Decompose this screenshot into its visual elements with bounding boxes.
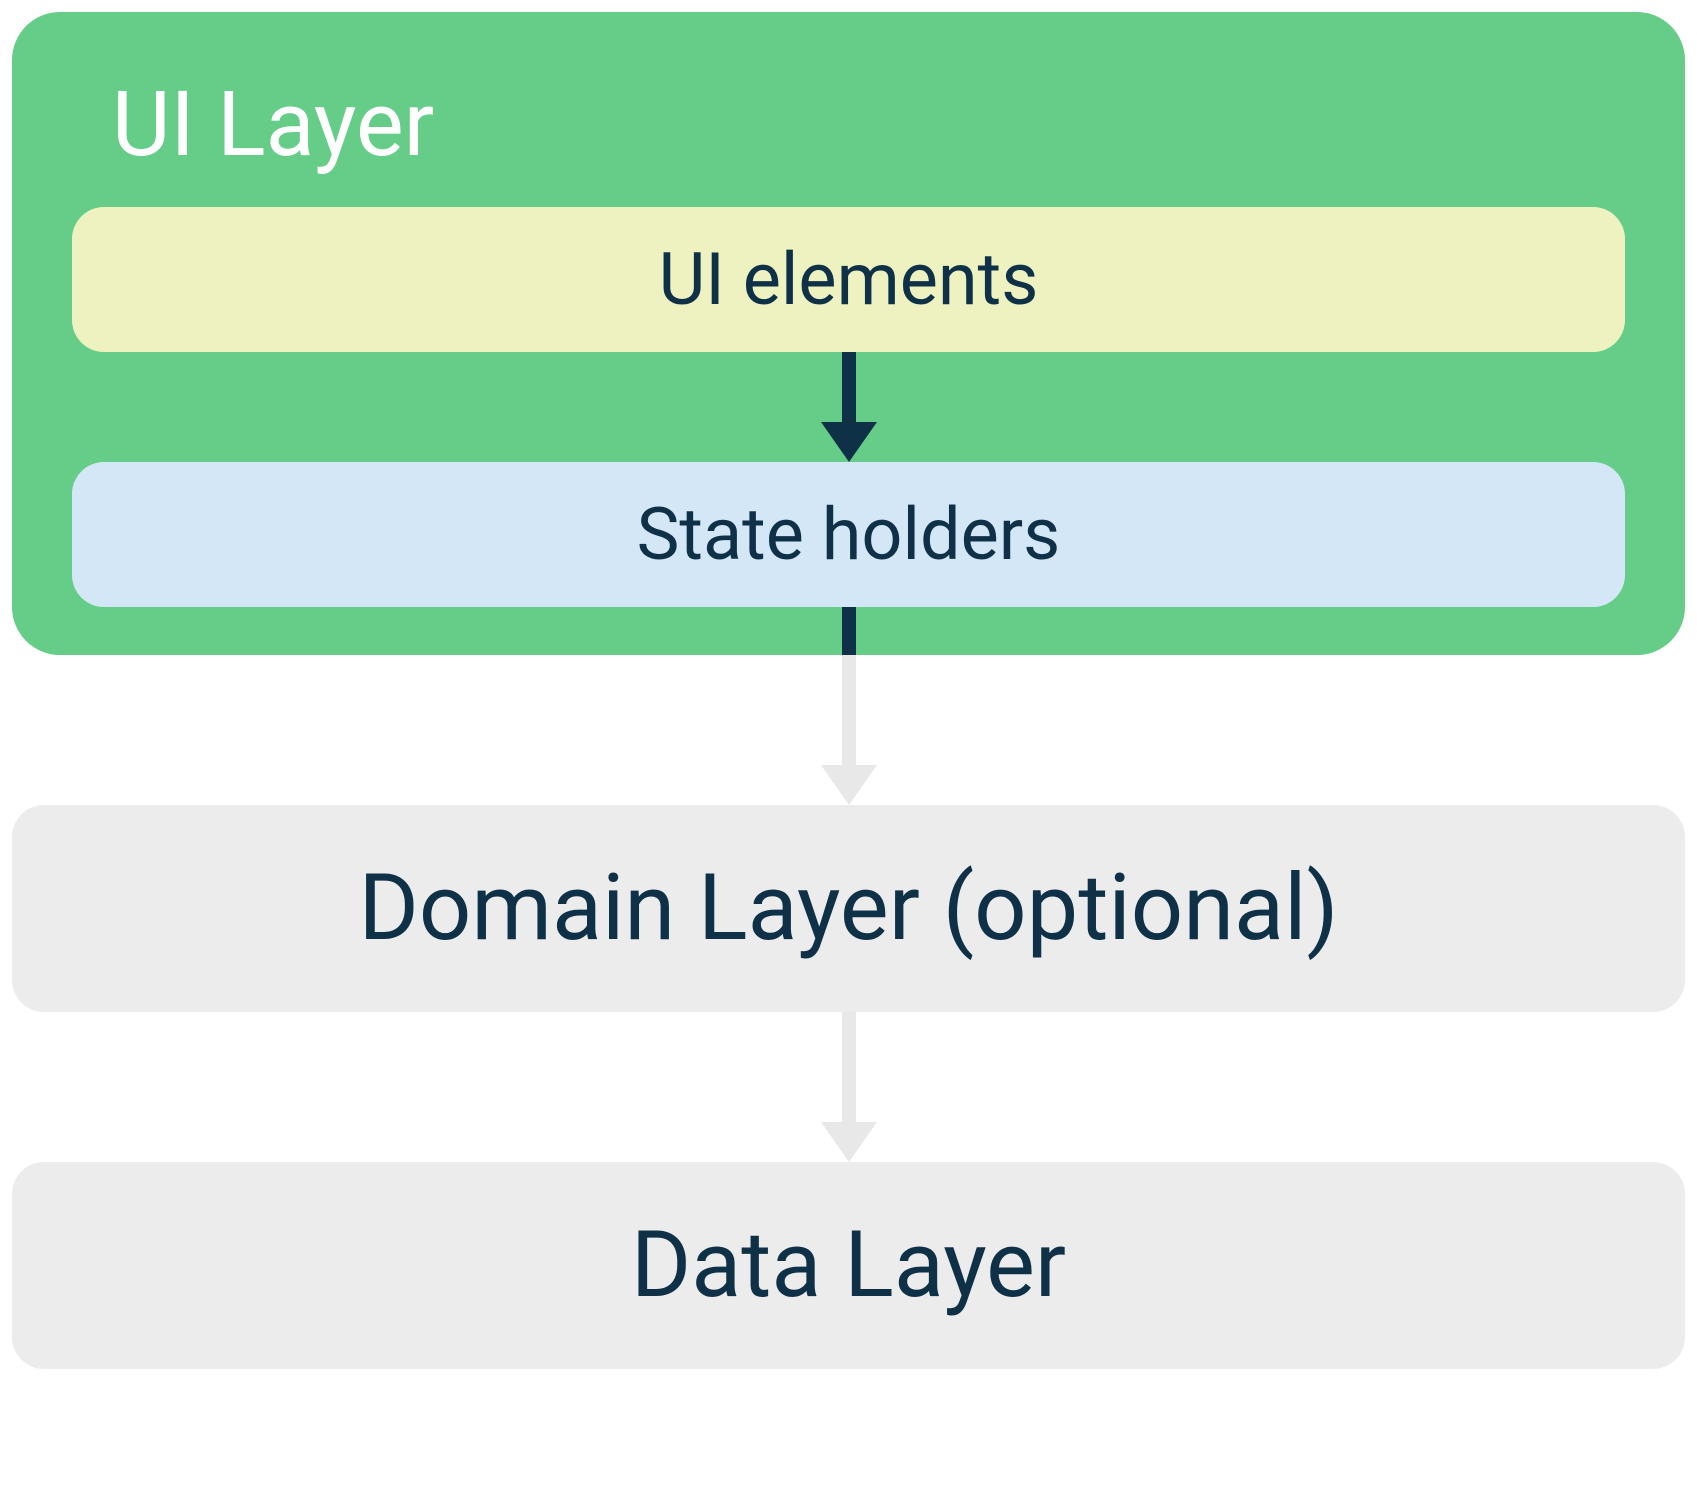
arrow-ui-to-state: [72, 352, 1625, 462]
state-holders-label: State holders: [637, 492, 1061, 577]
arrow-down-icon: [839, 352, 859, 462]
data-layer-box: Data Layer: [12, 1162, 1685, 1369]
arrow-connector-dark: [842, 607, 856, 655]
arrow-state-to-domain-icon: [839, 655, 859, 805]
ui-layer-title: UI Layer: [72, 52, 1625, 207]
arrow-domain-to-data-icon: [839, 1012, 859, 1162]
ui-layer-container: UI Layer UI elements State holders: [12, 12, 1685, 655]
ui-elements-box: UI elements: [72, 207, 1625, 352]
domain-layer-box: Domain Layer (optional): [12, 805, 1685, 1012]
ui-elements-label: UI elements: [659, 237, 1039, 322]
state-holders-box: State holders: [72, 462, 1625, 607]
data-layer-label: Data Layer: [631, 1212, 1066, 1319]
domain-layer-label: Domain Layer (optional): [358, 855, 1338, 962]
